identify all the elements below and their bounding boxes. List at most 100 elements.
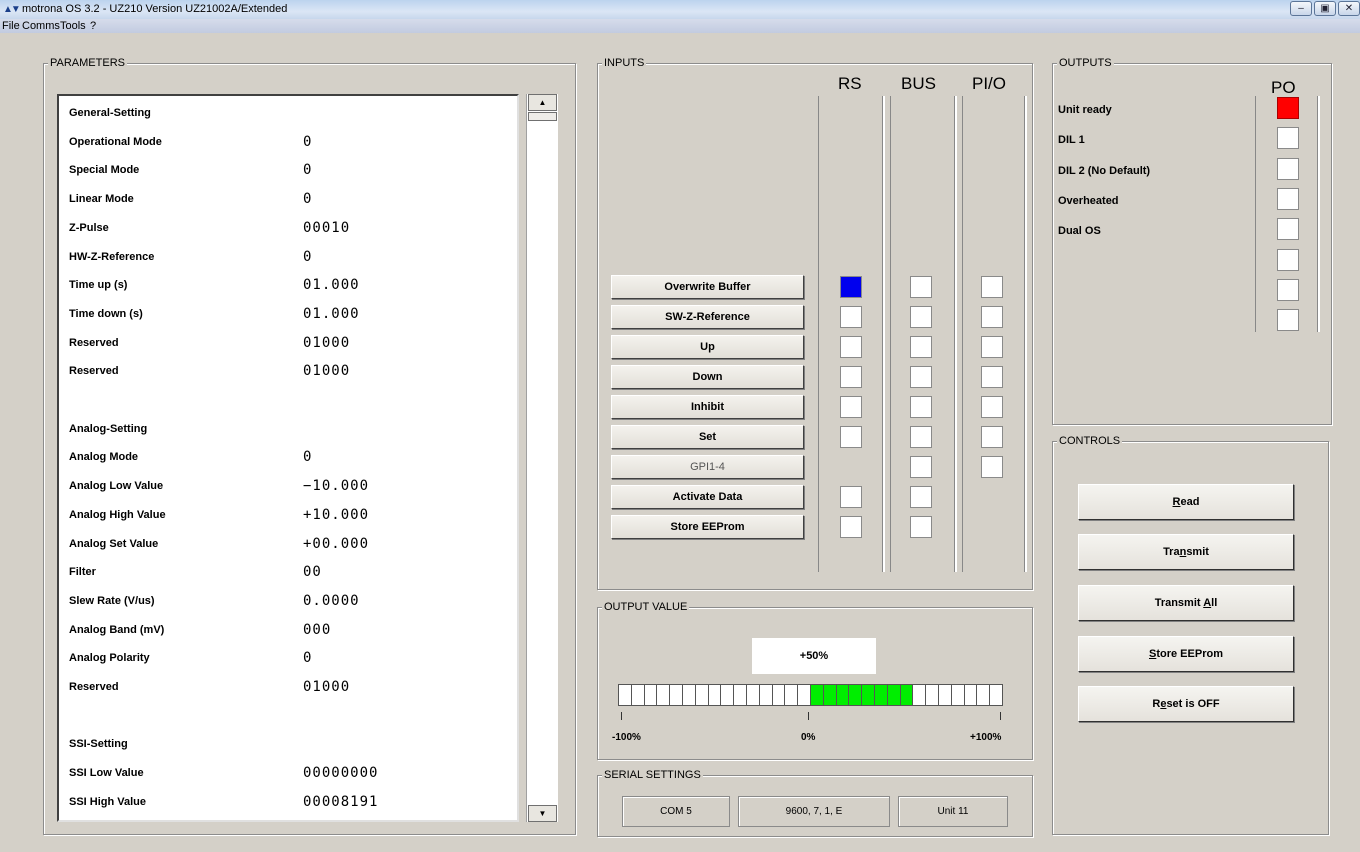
minimize-button[interactable]: – <box>1290 1 1312 16</box>
output-value-segment <box>963 684 978 706</box>
output-indicator <box>1277 248 1299 271</box>
app-icon: ▲▼ <box>3 4 21 15</box>
output-value-segment <box>848 684 863 706</box>
serial-unit-field: Unit 11 <box>898 796 1008 827</box>
parameter-label: Analog Set Value <box>69 537 159 550</box>
parameter-list[interactable]: General-Setting Operational Mode 0 Special … <box>57 94 519 822</box>
inputs-column-pio: PI/O <box>972 74 1007 93</box>
scroll-down-button[interactable]: ▼ <box>528 805 557 822</box>
parameter-row[interactable]: Analog Set Value +00.000 <box>69 535 509 555</box>
output-value-segment <box>746 684 760 706</box>
parameter-row[interactable]: Operational Mode 0 <box>69 133 509 153</box>
window-title: motrona OS 3.2 - UZ210 Version UZ21002A/… <box>22 3 288 15</box>
parameter-row[interactable]: Time up (s) 01.000 <box>69 276 509 296</box>
parameter-value: 01.000 <box>303 305 360 322</box>
input-indicator-rs <box>840 426 862 448</box>
reset-button[interactable]: Reset is OFF <box>1078 686 1294 722</box>
scroll-up-button[interactable]: ▲ <box>528 94 557 111</box>
parameter-row[interactable]: Time down (s) 01.000 <box>69 305 509 325</box>
output-value-segment <box>682 684 696 706</box>
output-value-segment <box>694 684 709 706</box>
inputs-column-rs: RS <box>838 74 862 93</box>
scale-tick-min <box>621 712 622 720</box>
serial-port-field: COM 5 <box>622 796 730 827</box>
parameter-scrollbar[interactable]: ▲ ▼ <box>526 94 558 822</box>
input-button-down[interactable]: Down <box>611 365 804 389</box>
output-label: Dual OS <box>1058 225 1101 238</box>
store-eeprom-button[interactable]: Store EEProm <box>1078 636 1294 672</box>
outputs-title: OUTPUTS <box>1057 57 1114 69</box>
window-controls: – ▣ ✕ <box>1290 1 1360 16</box>
output-value-segment <box>822 684 837 706</box>
input-button-sw-z-reference[interactable]: SW-Z-Reference <box>611 305 804 329</box>
parameter-row[interactable]: Analog Band (mV) 000 <box>69 621 509 641</box>
output-value-segment <box>758 684 773 706</box>
input-button-overwrite-buffer[interactable]: Overwrite Buffer <box>611 275 804 299</box>
parameter-row[interactable]: Analog Mode 0 <box>69 448 509 468</box>
output-value-segment <box>669 684 683 706</box>
parameter-value: 00010 <box>303 219 351 236</box>
parameter-label: Analog Band (mV) <box>69 623 165 636</box>
parameter-value: 0 <box>303 191 313 208</box>
parameter-label: Slew Rate (V/us) <box>69 594 155 607</box>
scroll-thumb[interactable] <box>528 112 557 121</box>
parameter-label: Analog Low Value <box>69 480 164 493</box>
parameter-row[interactable]: Analog High Value +10.000 <box>69 506 509 526</box>
parameter-label: SSI-Setting <box>69 738 128 751</box>
input-indicator-rs <box>840 516 862 538</box>
output-label: Unit ready <box>1058 104 1112 116</box>
input-indicator-rs <box>840 366 862 388</box>
input-indicator-pio <box>981 276 1003 298</box>
menu-tools[interactable]: Tools <box>60 20 86 32</box>
close-button[interactable]: ✕ <box>1338 1 1360 16</box>
title-bar: ▲▼ motrona OS 3.2 - UZ210 Version UZ2100… <box>0 0 1360 19</box>
parameter-row[interactable]: Z-Pulse 00010 <box>69 219 509 239</box>
parameter-label: Special Mode <box>69 164 140 177</box>
input-button-store-eeprom[interactable]: Store EEProm <box>611 515 804 539</box>
output-value-segment <box>707 684 722 706</box>
parameter-value: 00008191 <box>303 793 379 810</box>
parameter-label: Z-Pulse <box>69 221 109 234</box>
input-button-set[interactable]: Set <box>611 425 804 449</box>
parameter-label: HW-Z-Reference <box>69 250 155 263</box>
menu-file[interactable]: File <box>2 20 20 32</box>
input-indicator-rs <box>840 336 862 358</box>
parameter-row[interactable]: Linear Mode 0 <box>69 190 509 210</box>
parameter-label: Reserved <box>69 336 119 349</box>
input-indicator-rs <box>840 306 862 328</box>
parameter-row[interactable]: Reserved 01000 <box>69 678 509 698</box>
transmit-button[interactable]: Transmit <box>1078 534 1294 570</box>
parameter-row[interactable]: Analog Polarity 0 <box>69 649 509 669</box>
parameter-label: Analog-Setting <box>69 422 148 435</box>
output-indicator <box>1277 187 1299 210</box>
parameter-row[interactable]: Slew Rate (V/us) 0.0000 <box>69 592 509 612</box>
input-indicator-pio <box>981 366 1003 388</box>
parameter-label: Analog Mode <box>69 451 139 464</box>
parameter-row[interactable]: Reserved 01000 <box>69 334 509 354</box>
parameter-value: 01000 <box>303 679 351 695</box>
parameter-row[interactable]: Reserved 01000 <box>69 362 509 382</box>
parameter-value: +10.000 <box>303 506 370 523</box>
input-button-inhibit[interactable]: Inhibit <box>611 395 804 419</box>
parameter-label: Analog Polarity <box>69 652 150 665</box>
input-button-up[interactable]: Up <box>611 335 804 359</box>
parameter-label: SSI Low Value <box>69 767 144 780</box>
input-indicator-rs <box>840 396 862 418</box>
parameter-row[interactable]: HW-Z-Reference 0 <box>69 248 509 268</box>
input-indicator-bus <box>910 336 932 358</box>
scale-tick-max <box>1000 712 1001 720</box>
transmit-all-button[interactable]: Transmit All <box>1078 585 1294 621</box>
parameter-row[interactable]: SSI Low Value 00000000 <box>69 764 509 784</box>
parameter-row[interactable]: Filter 00 <box>69 563 509 583</box>
parameter-label: Analog High Value <box>69 508 166 521</box>
read-button[interactable]: Read <box>1078 484 1294 520</box>
output-indicator <box>1277 157 1299 180</box>
menu-comms[interactable]: Comms <box>22 20 60 32</box>
maximize-button[interactable]: ▣ <box>1314 1 1336 16</box>
parameter-row[interactable]: Analog Low Value −10.000 <box>69 477 509 497</box>
menu-help[interactable]: ? <box>90 20 96 32</box>
parameter-row[interactable]: SSI High Value 00008191 <box>69 793 509 813</box>
parameter-row[interactable]: Special Mode 0 <box>69 161 509 181</box>
parameter-value: 000 <box>303 621 332 638</box>
input-button-activate-data[interactable]: Activate Data <box>611 485 804 509</box>
